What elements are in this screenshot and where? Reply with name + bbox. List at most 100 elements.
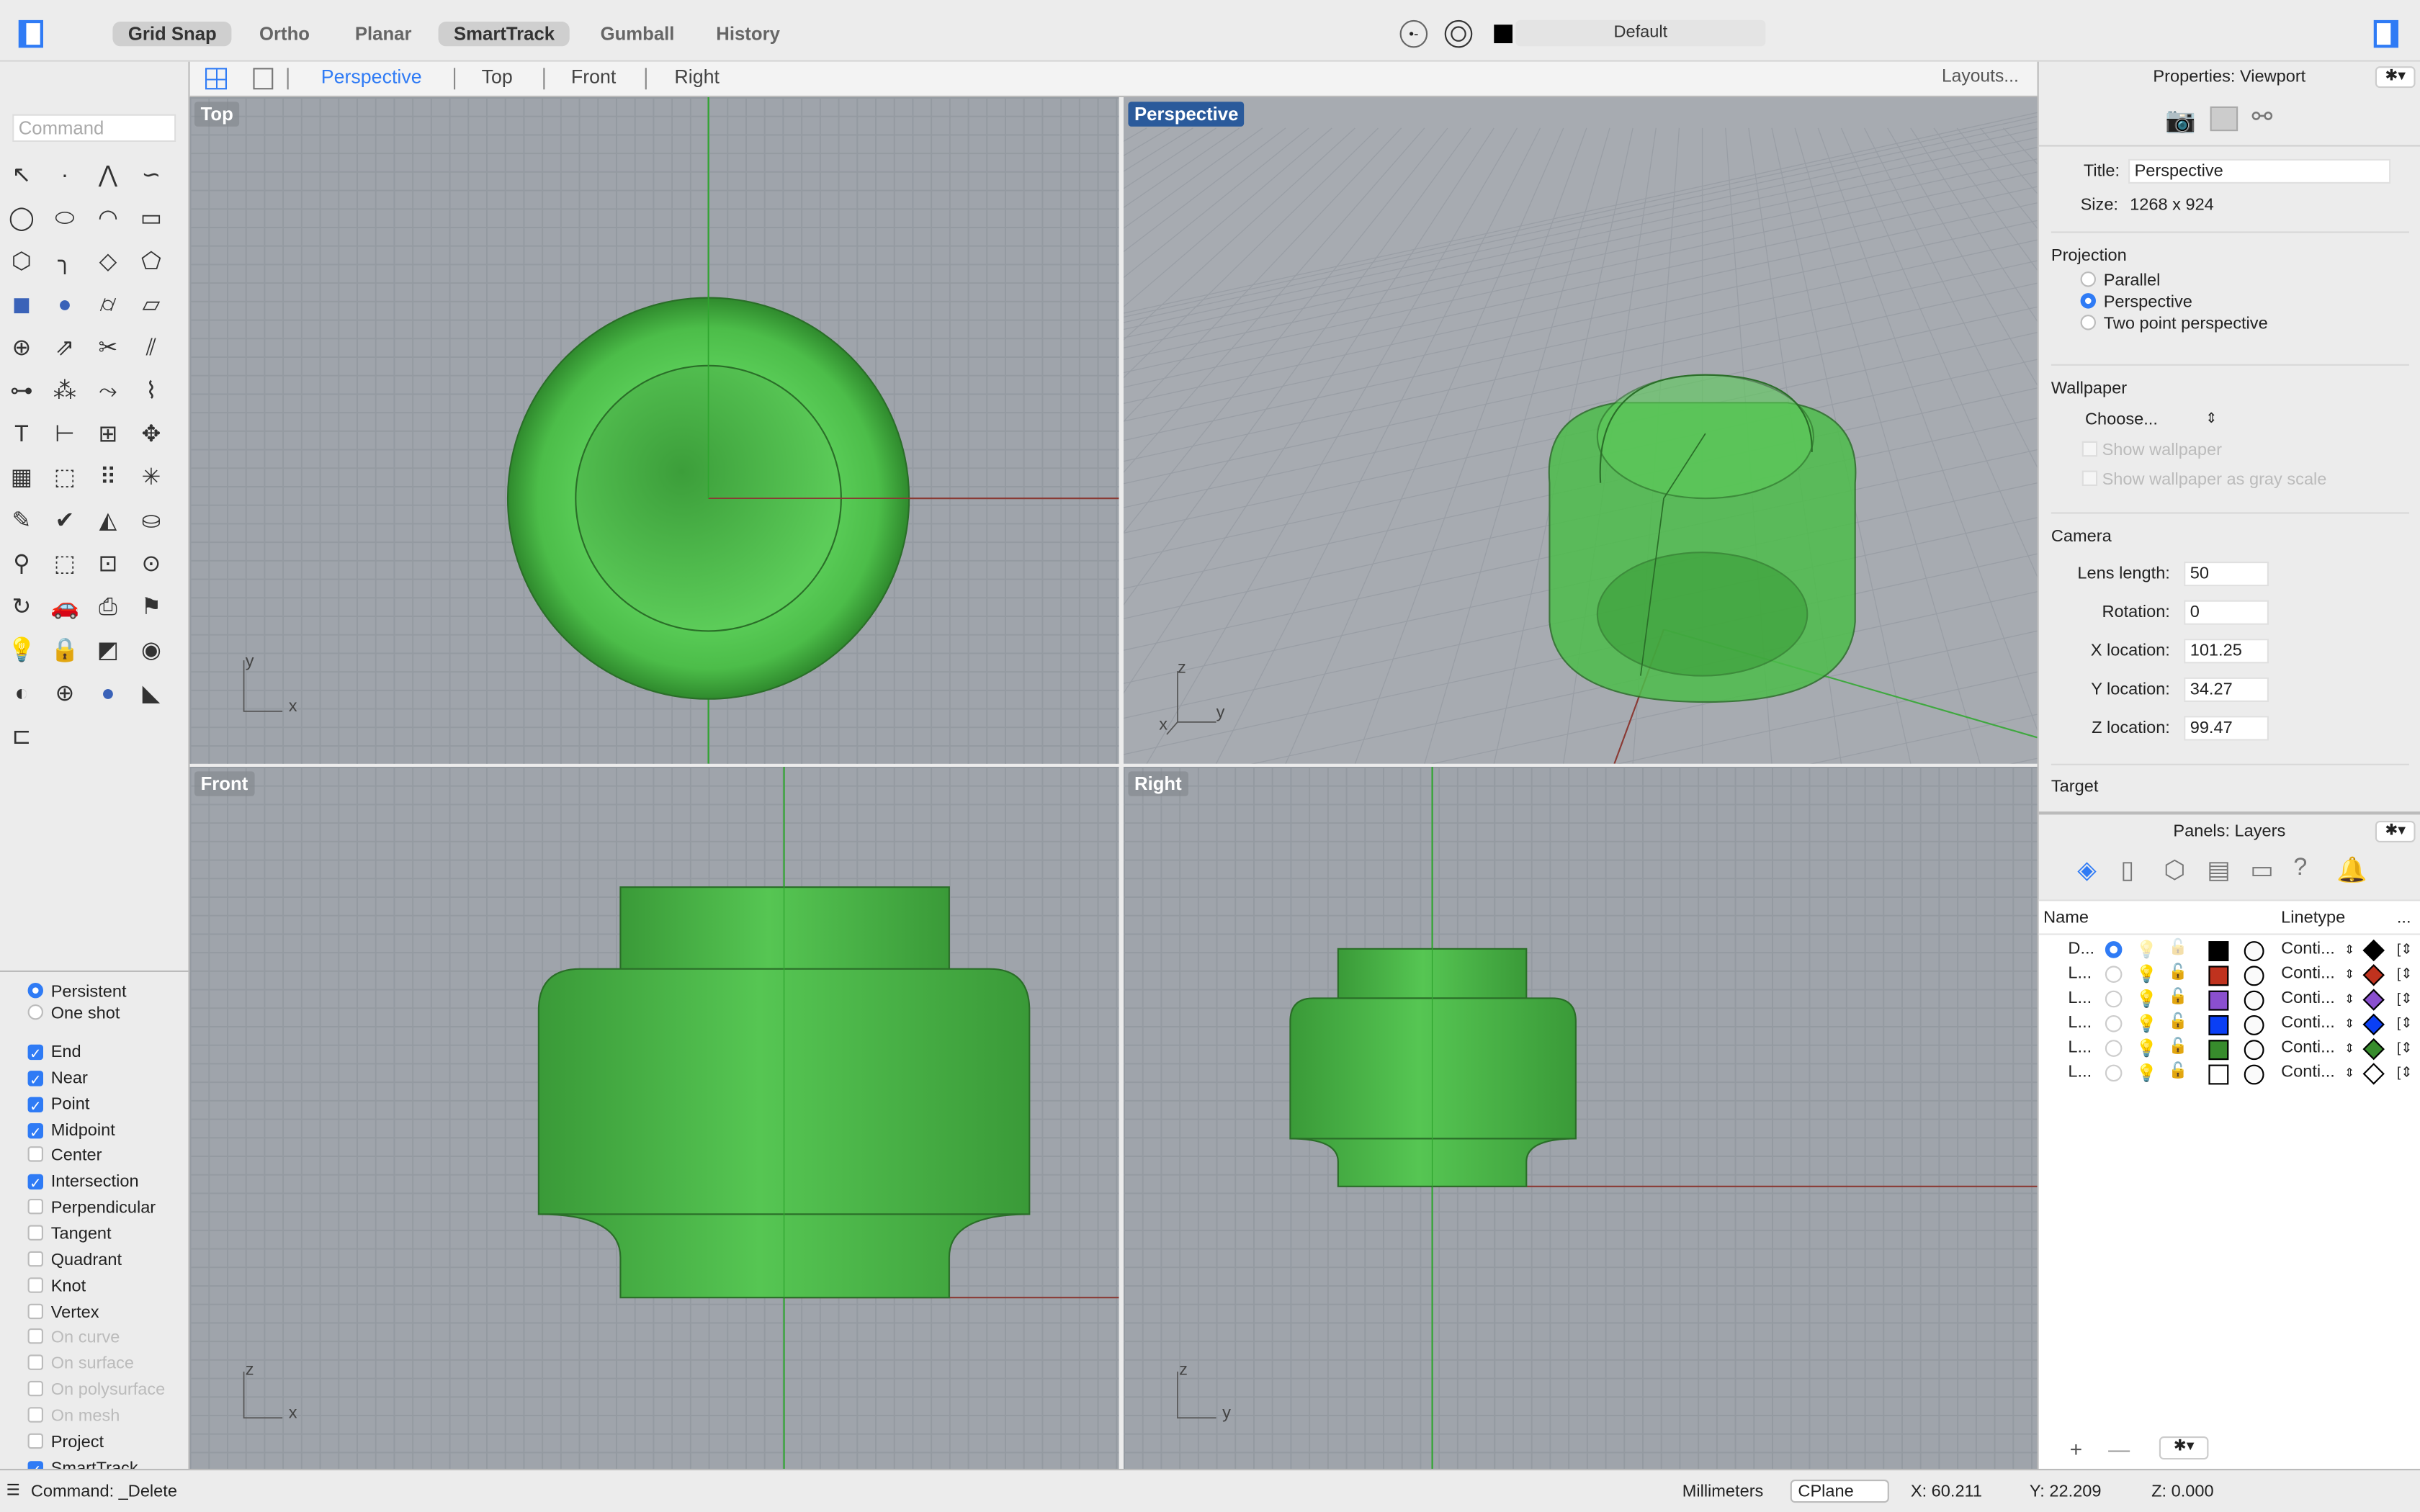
cone-light-icon[interactable]: ◣ [134, 678, 168, 711]
layer-color-swatch[interactable] [2208, 1064, 2229, 1085]
extrude-icon[interactable]: ⇗ [48, 332, 81, 366]
layers-gear-icon[interactable]: ✱▾ [2375, 821, 2416, 842]
rotate-view-icon[interactable]: ↻ [4, 591, 38, 625]
camera-icon[interactable]: 📷 [2165, 105, 2196, 136]
snap-point-checkbox[interactable]: ✓ Point [27, 1094, 89, 1115]
snap-mode-persistent[interactable]: Persistent [27, 981, 127, 1003]
cylinder-icon[interactable]: ⌭ [91, 289, 125, 323]
visibility-bulb-icon[interactable]: 💡 [2136, 989, 2157, 1009]
lock-icon[interactable]: 🔒 [48, 634, 81, 668]
layer-name[interactable]: L... [2068, 1038, 2092, 1057]
snapshot-icon[interactable]: ⎙ [91, 591, 125, 625]
named-view-icon[interactable]: ⚑ [134, 591, 168, 625]
snap-quadrant-checkbox[interactable]: Quadrant [27, 1249, 122, 1271]
snap-center-checkbox[interactable]: Center [27, 1146, 102, 1167]
toggle-ortho[interactable]: Ortho [244, 22, 326, 46]
current-layer-radio[interactable] [2105, 1064, 2123, 1082]
snap-perpendicular-checkbox[interactable]: Perpendicular [27, 1197, 156, 1219]
unlocked-icon[interactable]: 🔓 [2169, 1014, 2188, 1031]
layer-name[interactable]: L... [2068, 964, 2092, 983]
snap-mode-one-shot[interactable]: One shot [27, 1003, 120, 1025]
print-color-diamond-icon[interactable] [2362, 1038, 2385, 1061]
visibility-bulb-icon[interactable]: 💡 [2136, 964, 2157, 984]
right-sidebar-toggle-icon[interactable] [2373, 19, 2398, 48]
snap-on-mesh-checkbox[interactable]: On mesh [27, 1405, 120, 1427]
layer-name[interactable]: D... [2068, 940, 2094, 958]
material-circle-icon[interactable] [2244, 1015, 2264, 1035]
layer-color-swatch[interactable] [2208, 1015, 2229, 1035]
polyline-icon[interactable]: ⋀ [91, 159, 125, 193]
print-color-diamond-icon[interactable] [2362, 989, 2385, 1011]
layers-icon[interactable]: ◈ [2077, 855, 2096, 886]
object-icon[interactable]: ⬡ [2164, 855, 2185, 886]
layouts-button[interactable]: Layouts... [1942, 68, 2019, 86]
material-circle-icon[interactable] [2244, 990, 2264, 1011]
fillet-curve-icon[interactable]: ╮ [48, 246, 81, 279]
unlocked-icon[interactable]: 🔓 [2169, 940, 2188, 957]
viewport-front[interactable]: Front z x [189, 767, 1119, 1469]
print-width-select[interactable]: [⇕ [2397, 1065, 2413, 1082]
material-icon[interactable]: ◩ [91, 634, 125, 668]
cplane-select[interactable]: CPlane [1790, 1480, 1889, 1503]
unlocked-icon[interactable]: 🔓 [2169, 1038, 2188, 1056]
viewport-top[interactable]: Top y x [189, 97, 1119, 764]
patch-icon[interactable]: ⬠ [134, 246, 168, 279]
link-icon[interactable]: ⚯ [2251, 102, 2272, 132]
viewport-label-top[interactable]: Top [194, 102, 240, 127]
zoom-icon[interactable]: ⚲ [4, 548, 38, 582]
layer-row[interactable]: D... 💡 🔓 Conti... ⇕ [⇕ [2039, 938, 2420, 963]
snap-midpoint-checkbox[interactable]: ✓ Midpoint [27, 1120, 115, 1141]
material-circle-icon[interactable] [2244, 1064, 2264, 1085]
rotation-input[interactable]: 0 [2184, 600, 2269, 625]
properties-gear-icon[interactable]: ✱▾ [2375, 66, 2416, 89]
linetype-select[interactable]: Conti... [2281, 1014, 2335, 1032]
snap-on-surface-checkbox[interactable]: On surface [27, 1354, 134, 1375]
check-icon[interactable]: ✔ [48, 505, 81, 539]
notifications-icon[interactable]: 🔔 [2336, 855, 2367, 886]
layer-row[interactable]: L... 💡 🔓 Conti... ⇕ [⇕ [2039, 987, 2420, 1012]
render-icon[interactable]: ◐ [4, 678, 38, 711]
notes-icon[interactable]: ▤ [2207, 855, 2230, 886]
print-width-select[interactable]: [⇕ [2397, 1040, 2413, 1057]
layer-color-swatch[interactable] [2208, 1040, 2229, 1061]
paint-icon[interactable]: ⛀ [134, 505, 168, 539]
column-name[interactable]: Name [2043, 909, 2089, 927]
snap-tangent-checkbox[interactable]: Tangent [27, 1223, 112, 1245]
current-layer-selector[interactable]: Default [1515, 19, 1766, 47]
car-icon[interactable]: 🚗 [48, 591, 81, 625]
unlocked-icon[interactable]: 🔓 [2169, 964, 2188, 981]
print-color-diamond-icon[interactable] [2362, 939, 2385, 962]
four-viewports-icon[interactable] [205, 68, 227, 90]
light-icon[interactable]: 💡 [4, 634, 38, 668]
cplane-icon[interactable]: ⊏ [4, 721, 38, 755]
command-history-icon[interactable]: ☰ [6, 1482, 20, 1500]
print-color-diamond-icon[interactable] [2362, 964, 2385, 986]
print-width-select[interactable]: [⇕ [2397, 966, 2413, 983]
add-layer-button[interactable]: + [2070, 1436, 2083, 1461]
zoom-window-icon[interactable]: ⬚ [48, 548, 81, 582]
record-history-icon[interactable]: •- [1399, 19, 1428, 48]
tab-right[interactable]: Right [674, 66, 720, 88]
zoom-extents-icon[interactable]: ⊡ [91, 548, 125, 582]
boolean-icon[interactable]: ⊕ [4, 332, 38, 366]
grid-sphere-icon[interactable]: ⊕ [48, 678, 81, 711]
layer-row[interactable]: L... 💡 🔓 Conti... ⇕ [⇕ [2039, 1061, 2420, 1086]
viewport-right[interactable]: Right z y [1124, 767, 2038, 1469]
split-icon[interactable]: ⫽ [134, 332, 168, 366]
snap-near-checkbox[interactable]: ✓ Near [27, 1068, 88, 1089]
osnap-icon[interactable] [1444, 19, 1473, 48]
layer-name[interactable]: L... [2068, 989, 2092, 1008]
mesh-icon[interactable]: ▦ [4, 462, 38, 495]
blend-icon[interactable]: ⌇ [134, 375, 168, 409]
toggle-planar[interactable]: Planar [339, 22, 426, 46]
wallpaper-icon[interactable] [2210, 106, 2238, 132]
layer-color-swatch[interactable] [2208, 990, 2229, 1011]
current-layer-radio[interactable] [2105, 1015, 2123, 1032]
surface-icon[interactable]: ◇ [91, 246, 125, 279]
display-icon[interactable]: ▭ [2250, 855, 2273, 886]
point-icon[interactable]: · [48, 159, 81, 193]
gray-scale-checkbox[interactable]: Show wallpaper as gray scale [2081, 470, 2326, 489]
snap-intersection-checkbox[interactable]: ✓ Intersection [27, 1171, 139, 1193]
visibility-bulb-icon[interactable]: 💡 [2136, 1038, 2157, 1058]
remove-layer-button[interactable]: — [2108, 1436, 2130, 1461]
